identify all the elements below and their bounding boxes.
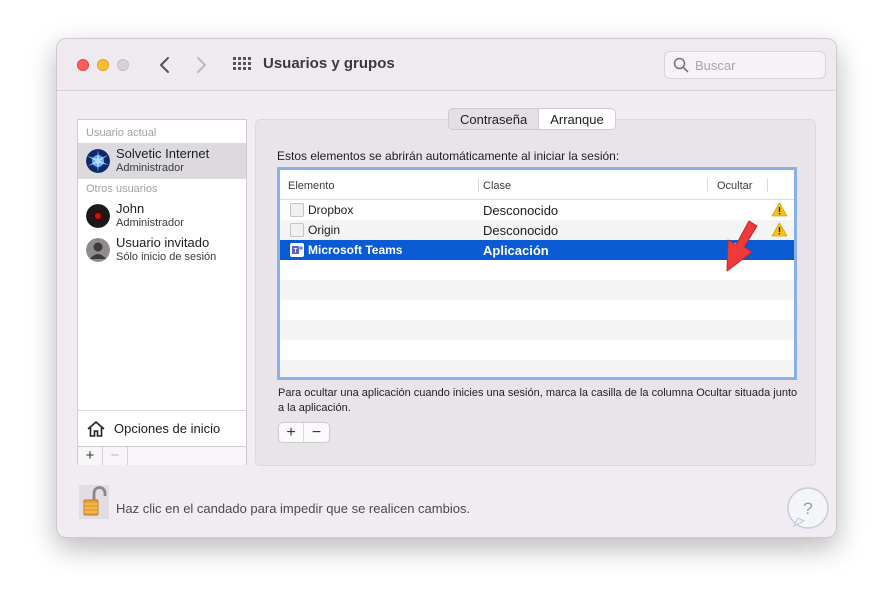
search-icon: [673, 57, 689, 73]
minimize-button[interactable]: [97, 59, 109, 71]
item-name: Microsoft Teams: [308, 243, 403, 257]
chevron-left-icon: [160, 57, 169, 73]
user-role: Administrador: [116, 217, 184, 229]
generic-app-icon: [290, 203, 304, 217]
title-bar: Usuarios y grupos: [57, 39, 836, 91]
user-role: Administrador: [116, 162, 184, 174]
table-row-empty: [280, 320, 794, 340]
svg-text:T: T: [294, 249, 298, 255]
login-options-label: Opciones de inicio: [114, 421, 221, 436]
column-divider: [478, 178, 479, 192]
user-name: Solvetic Internet: [116, 146, 210, 161]
tab-bar: Contraseña Arranque: [448, 108, 616, 130]
column-divider: [767, 178, 768, 192]
hide-help-text: Para ocultar una aplicación cuando inici…: [278, 387, 798, 414]
user-item-john[interactable]: John Administrador: [78, 198, 246, 234]
forward-button[interactable]: [190, 53, 212, 77]
microsoft-teams-icon: T: [290, 243, 304, 257]
sidebar-toolbar: + −: [78, 446, 246, 465]
search-field[interactable]: [664, 51, 826, 79]
avatar: [86, 238, 110, 262]
remove-login-item-button[interactable]: −: [304, 423, 329, 442]
item-name: Origin: [308, 223, 341, 237]
table-row[interactable]: Origin Desconocido: [280, 220, 794, 240]
warning-icon: [771, 202, 788, 217]
user-name: John: [116, 201, 145, 216]
tab-password[interactable]: Contraseña: [449, 109, 538, 129]
login-options-item[interactable]: Opciones de inicio: [78, 410, 246, 446]
back-button[interactable]: [154, 53, 176, 77]
user-item-solvetic[interactable]: Solvetic Internet Administrador: [78, 143, 246, 179]
remove-user-button[interactable]: −: [103, 447, 128, 465]
login-items-table[interactable]: Elemento Clase Ocultar Dropbox Desconoci…: [277, 167, 797, 380]
window-title: Usuarios y grupos: [263, 55, 395, 72]
login-items-controls: + −: [278, 422, 330, 443]
table-row[interactable]: Dropbox Desconocido: [280, 200, 794, 220]
show-all-grid-icon[interactable]: [233, 57, 251, 73]
other-users-header: Otros usuarios: [86, 183, 158, 195]
column-header-class[interactable]: Clase: [483, 180, 511, 192]
preferences-window: Usuarios y grupos Usuario actual Solveti…: [56, 38, 837, 538]
item-name: Dropbox: [308, 203, 354, 217]
warning-icon: [771, 222, 788, 237]
login-items-intro: Estos elementos se abrirán automáticamen…: [277, 149, 620, 163]
lock-icon[interactable]: [79, 485, 109, 519]
search-input[interactable]: [695, 56, 819, 74]
user-role: Sólo inicio de sesión: [116, 251, 217, 263]
users-sidebar: Usuario actual Solvetic Internet Adminis…: [77, 119, 247, 465]
item-class: Desconocido: [483, 203, 559, 218]
add-user-button[interactable]: +: [78, 447, 103, 465]
avatar: [86, 204, 110, 228]
table-row-empty: [280, 280, 794, 300]
svg-text:?: ?: [803, 499, 812, 518]
chevron-right-icon: [197, 57, 206, 73]
current-user-header: Usuario actual: [86, 127, 157, 139]
avatar: [86, 149, 110, 173]
item-class: Desconocido: [483, 223, 559, 238]
lock-message: Haz clic en el candado para impedir que …: [116, 501, 471, 516]
item-class: Aplicación: [483, 243, 549, 258]
column-divider: [707, 178, 708, 192]
user-item-guest[interactable]: Usuario invitado Sólo inicio de sesión: [78, 232, 246, 268]
add-login-item-button[interactable]: +: [279, 423, 304, 442]
tab-login-items[interactable]: Arranque: [538, 109, 615, 129]
close-button[interactable]: [77, 59, 89, 71]
generic-app-icon: [290, 223, 304, 237]
user-name: Usuario invitado: [116, 235, 210, 250]
table-row-selected[interactable]: T Microsoft Teams Aplicación: [280, 240, 794, 260]
column-header-hide[interactable]: Ocultar: [717, 180, 752, 192]
home-icon: [87, 421, 105, 437]
help-watermark-icon: ?: [787, 487, 829, 529]
table-row-empty: [280, 360, 794, 377]
zoom-button[interactable]: [117, 59, 129, 71]
table-header: Elemento Clase Ocultar: [280, 170, 794, 200]
column-header-element[interactable]: Elemento: [288, 180, 334, 192]
red-arrow-annotation-icon: [726, 220, 758, 272]
